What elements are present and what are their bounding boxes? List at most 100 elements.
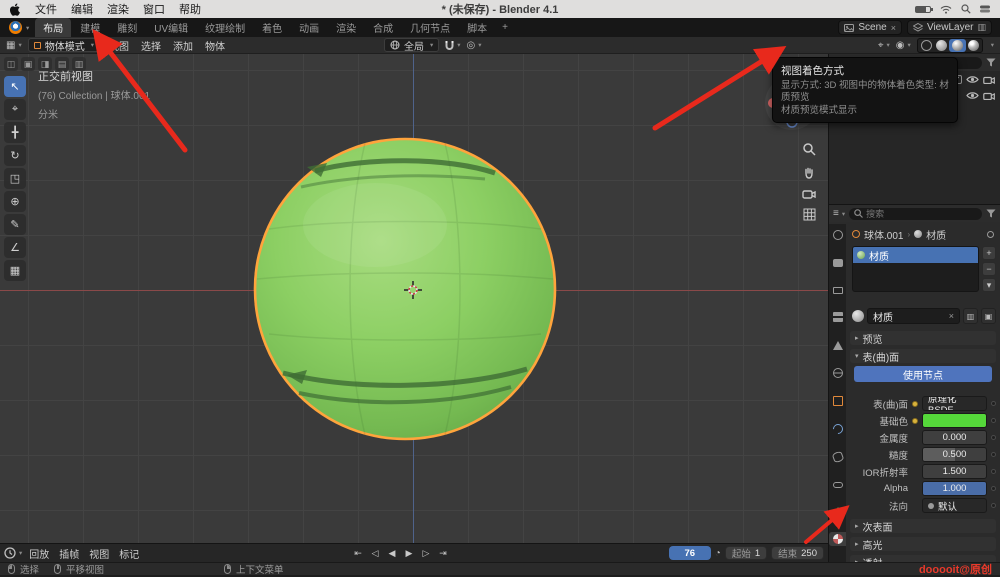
wifi-icon[interactable] bbox=[940, 5, 952, 14]
properties-filter-icon[interactable] bbox=[986, 209, 996, 218]
workspace-tab-texture-paint[interactable]: 纹理绘制 bbox=[197, 18, 253, 37]
shading-solid-button[interactable] bbox=[935, 39, 947, 51]
use-nodes-button[interactable]: 使用节点 bbox=[854, 366, 992, 382]
play-reverse-button[interactable]: ◀ bbox=[384, 546, 400, 560]
new-viewlayer-icon[interactable]: ▥ bbox=[977, 22, 986, 33]
menu-select[interactable]: 选择 bbox=[138, 38, 164, 53]
play-button[interactable]: ▶ bbox=[401, 546, 417, 560]
jump-to-end-button[interactable]: ⇥ bbox=[435, 546, 451, 560]
add-slot-button[interactable]: + bbox=[982, 246, 996, 260]
section-surface[interactable]: ▾ 表(曲)面 bbox=[850, 349, 996, 364]
workspace-tab-compositing[interactable]: 合成 bbox=[365, 18, 401, 37]
mac-menu-window[interactable]: 窗口 bbox=[143, 1, 165, 17]
render-camera-icon[interactable] bbox=[983, 91, 995, 100]
properties-search-input[interactable] bbox=[866, 208, 977, 219]
material-slot-list[interactable]: 材质 bbox=[852, 246, 979, 292]
timeline-editor-icon[interactable]: ▾ bbox=[4, 547, 22, 559]
camera-view-icon[interactable] bbox=[802, 188, 816, 199]
tab-object-data[interactable] bbox=[829, 504, 846, 518]
editor-type-icon[interactable]: ▦ ▾ bbox=[6, 40, 22, 51]
tab-constraints[interactable] bbox=[829, 478, 846, 490]
tool-select-box[interactable]: ↖ bbox=[4, 76, 26, 97]
pin-icon[interactable] bbox=[987, 230, 994, 238]
shading-material-preview-button[interactable] bbox=[948, 38, 966, 52]
unlink-scene-icon[interactable]: × bbox=[891, 23, 896, 33]
scene-selector[interactable]: Scene × bbox=[838, 20, 902, 35]
new-material-icon[interactable]: ▥ bbox=[963, 308, 978, 324]
blender-menu-button[interactable]: ▾ bbox=[4, 21, 34, 34]
jump-to-start-button[interactable]: ⇤ bbox=[350, 546, 366, 560]
section-preview[interactable]: ▸ 预览 bbox=[850, 331, 996, 346]
menu-playback[interactable]: 回放 bbox=[26, 546, 52, 561]
section-specular[interactable]: ▸ 高光 bbox=[850, 537, 996, 552]
shading-rendered-button[interactable] bbox=[967, 39, 979, 51]
workspace-tab-animation[interactable]: 动画 bbox=[291, 18, 327, 37]
frame-end-field[interactable]: 结束 250 bbox=[771, 546, 824, 560]
workspace-tab-scripting[interactable]: 脚本 bbox=[459, 18, 495, 37]
show-overlays-icon[interactable]: ◉ ▾ bbox=[896, 40, 911, 51]
slot-specials-button[interactable]: ▾ bbox=[982, 278, 996, 292]
tab-modifiers[interactable] bbox=[829, 421, 846, 436]
control-center-icon[interactable] bbox=[980, 5, 990, 13]
tab-world[interactable] bbox=[829, 366, 846, 380]
tool-measure[interactable]: ∠ bbox=[4, 237, 26, 258]
add-workspace-button[interactable]: + bbox=[496, 18, 514, 37]
normal-dropdown[interactable]: 默认 bbox=[922, 498, 987, 513]
material-slot-active[interactable]: 材质 bbox=[853, 247, 978, 263]
tool-rotate[interactable]: ↻ bbox=[4, 145, 26, 166]
section-subsurface[interactable]: ▸ 次表面 bbox=[850, 519, 996, 534]
keyframe-dot-icon[interactable] bbox=[991, 469, 996, 474]
mac-menu-render[interactable]: 渲染 bbox=[107, 1, 129, 17]
tab-output[interactable] bbox=[829, 283, 846, 296]
workspace-tab-geometry-nodes[interactable]: 几何节点 bbox=[402, 18, 458, 37]
mode-dropdown[interactable]: 物体模式 ▾ bbox=[27, 38, 100, 53]
tab-render[interactable] bbox=[829, 256, 846, 269]
tab-viewlayer[interactable] bbox=[829, 310, 846, 324]
keyframe-dot-icon[interactable] bbox=[991, 401, 996, 406]
tab-object[interactable] bbox=[829, 394, 846, 408]
shading-options-chevron-icon[interactable]: ▾ bbox=[991, 41, 994, 49]
workspace-tab-sculpting[interactable]: 雕刻 bbox=[109, 18, 145, 37]
toggle-ortho-grid-icon[interactable] bbox=[803, 208, 816, 221]
mac-menu-help[interactable]: 帮助 bbox=[179, 1, 201, 17]
tool-add-cube[interactable]: ▦ bbox=[4, 260, 26, 281]
menu-view-timeline[interactable]: 视图 bbox=[86, 546, 112, 561]
workspace-tab-rendering[interactable]: 渲染 bbox=[328, 18, 364, 37]
keyframe-dot-icon[interactable] bbox=[991, 452, 996, 457]
remove-slot-button[interactable]: − bbox=[982, 262, 996, 276]
breadcrumb-object[interactable]: 球体.001 bbox=[864, 227, 903, 242]
keyframe-dot-icon[interactable] bbox=[991, 435, 996, 440]
tool-move[interactable]: ╋ bbox=[4, 122, 26, 143]
header-toggle-icon-2[interactable]: ▣ bbox=[21, 57, 35, 71]
mac-menu-file[interactable]: 文件 bbox=[35, 1, 57, 17]
apple-logo-icon[interactable] bbox=[10, 3, 21, 16]
render-camera-icon[interactable] bbox=[983, 75, 995, 84]
show-gizmo-icon[interactable]: ⌖ ▾ bbox=[878, 40, 890, 51]
next-keyframe-button[interactable]: ▷ bbox=[418, 546, 434, 560]
tab-scene[interactable] bbox=[829, 338, 846, 352]
prev-keyframe-button[interactable]: ◁ bbox=[367, 546, 383, 560]
eye-icon[interactable] bbox=[966, 75, 979, 84]
ior-field[interactable]: 1.500 bbox=[922, 464, 987, 479]
workspace-tab-modeling[interactable]: 建模 bbox=[72, 18, 108, 37]
breadcrumb-data[interactable]: 材质 bbox=[926, 227, 946, 242]
current-frame-field[interactable]: 76 bbox=[668, 546, 711, 560]
material-name-field[interactable]: 材质 × bbox=[867, 308, 960, 324]
metallic-slider[interactable]: 0.000 bbox=[922, 430, 987, 445]
tab-material[interactable] bbox=[829, 531, 846, 546]
tab-physics[interactable] bbox=[829, 450, 846, 464]
mac-menu-edit[interactable]: 编辑 bbox=[71, 1, 93, 17]
snap-magnet-icon[interactable]: ▾ bbox=[445, 40, 461, 51]
keyframe-dot-icon[interactable] bbox=[991, 503, 996, 508]
tab-tool[interactable] bbox=[829, 228, 846, 242]
menu-view[interactable]: 视图 bbox=[106, 38, 132, 53]
alpha-slider[interactable]: 1.000 bbox=[922, 481, 987, 496]
keyframe-dot-icon[interactable] bbox=[991, 486, 996, 491]
menu-object[interactable]: 物体 bbox=[202, 38, 228, 53]
unlink-material-icon[interactable]: × bbox=[949, 311, 954, 321]
menu-marker[interactable]: 标记 bbox=[116, 546, 142, 561]
browse-material-icon[interactable] bbox=[852, 310, 864, 322]
roughness-slider[interactable]: 0.500 bbox=[922, 447, 987, 462]
keyframe-dot-icon[interactable] bbox=[991, 418, 996, 423]
proportional-edit-icon[interactable]: ◎ ▾ bbox=[467, 40, 482, 51]
